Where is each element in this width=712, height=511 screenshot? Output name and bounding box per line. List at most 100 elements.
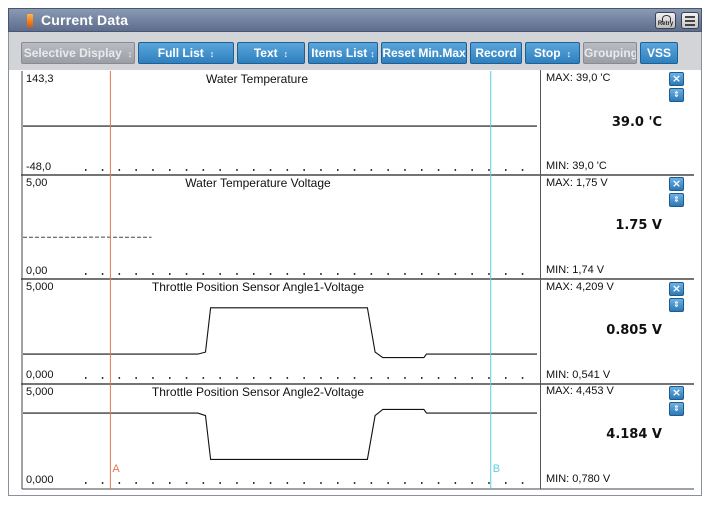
axis-tick [269, 482, 272, 484]
panel-1-close-icon[interactable]: × [669, 72, 684, 86]
panel-3-min: MIN: 0,541 V [546, 369, 611, 381]
axis-tick [269, 377, 272, 379]
axis-tick [370, 377, 373, 379]
axis-tick [320, 169, 322, 171]
panel-4-ymax-label: 5,000 [26, 386, 54, 398]
axis-tick [488, 273, 490, 275]
panel-4-close-icon[interactable]: × [669, 386, 684, 400]
axis-tick [135, 377, 137, 379]
axis-tick [387, 273, 389, 275]
current-data-window: Current Data Retry Selective Display ↕ Fu… [0, 0, 712, 511]
axis-tick [471, 273, 473, 275]
panel-3-ymin-label: 0,000 [26, 369, 54, 381]
axis-tick [169, 482, 171, 484]
axis-tick [337, 377, 339, 379]
axis-tick [521, 482, 524, 484]
panel-3-current-value: 0.805 V [606, 323, 662, 338]
axis-tick [169, 169, 171, 171]
axis-tick [269, 273, 272, 275]
cursor-a-label: A [112, 463, 120, 475]
axis-tick [505, 273, 507, 275]
panel-4-expand-icon[interactable]: ⇕ [669, 402, 684, 416]
panel-2-ymax-label: 5,00 [26, 177, 47, 189]
axis-tick [286, 482, 289, 484]
axis-tick [303, 273, 305, 275]
panel-1-ymin-label: -48,0 [26, 161, 51, 173]
panel-1-current-value: 39.0 'C [611, 115, 662, 130]
axis-tick [421, 377, 423, 379]
axis-tick [370, 273, 373, 275]
panel-4-max: MAX: 4,453 V [546, 385, 614, 397]
axis-tick [454, 273, 457, 275]
axis-tick [404, 377, 406, 379]
axis-tick [471, 169, 473, 171]
axis-tick [303, 482, 305, 484]
axis-tick [202, 273, 205, 275]
axis-tick [101, 169, 104, 171]
series-line [23, 307, 537, 359]
panel-2-ymin-label: 0,00 [26, 265, 47, 277]
axis-tick [152, 377, 154, 379]
axis-tick [219, 482, 221, 484]
panel-3-title: Throttle Position Sensor Angle1-Voltage [152, 280, 364, 294]
axis-tick [219, 169, 221, 171]
axis-tick [387, 377, 389, 379]
panel-2-expand-icon[interactable]: ⇕ [669, 193, 684, 207]
panel-3-close-icon[interactable]: × [669, 282, 684, 296]
axis-tick [505, 169, 507, 171]
axis-tick [437, 169, 440, 171]
axis-tick [135, 273, 137, 275]
axis-tick [303, 169, 305, 171]
axis-tick [404, 169, 406, 171]
panel-2-current-value: 1.75 V [615, 218, 662, 233]
axis-tick [404, 482, 406, 484]
panel-4-ymin-label: 0,000 [26, 474, 54, 486]
axis-tick [101, 482, 104, 484]
axis-tick [253, 169, 255, 171]
axis-tick [135, 169, 137, 171]
axis-tick [353, 169, 356, 171]
axis-tick [85, 169, 87, 171]
panel-3-expand-icon[interactable]: ⇕ [669, 298, 684, 312]
axis-tick [169, 377, 171, 379]
axis-tick [421, 169, 423, 171]
panel-1-min: MIN: 39,0 'C [546, 160, 607, 172]
axis-tick [169, 273, 171, 275]
axis-tick [437, 273, 440, 275]
axis-tick [521, 273, 524, 275]
axis-tick [488, 482, 490, 484]
value-column-divider [540, 70, 541, 489]
axis-tick [437, 482, 440, 484]
axis-tick [85, 273, 87, 275]
panel-2-max: MAX: 1,75 V [546, 177, 608, 189]
panel-3-max: MAX: 4,209 V [546, 281, 614, 293]
axis-tick [269, 169, 272, 171]
panel-3-ymax-label: 5,000 [26, 281, 54, 293]
axis-tick [286, 377, 289, 379]
panel-4-current-value: 4.184 V [606, 427, 662, 442]
axis-tick [353, 377, 356, 379]
axis-tick [253, 273, 255, 275]
axis-tick [320, 273, 322, 275]
axis-tick [202, 377, 205, 379]
axis-tick [152, 169, 154, 171]
axis-tick [303, 377, 305, 379]
axis-tick [118, 377, 121, 379]
axis-tick [454, 482, 457, 484]
axis-tick [253, 377, 255, 379]
axis-tick [202, 169, 205, 171]
axis-tick [387, 482, 389, 484]
axis-tick [118, 482, 121, 484]
axis-tick [370, 169, 373, 171]
axis-tick [488, 377, 490, 379]
axis-tick [85, 482, 87, 484]
axis-tick [437, 377, 440, 379]
axis-tick [521, 377, 524, 379]
axis-tick [219, 273, 221, 275]
axis-tick [505, 377, 507, 379]
axis-tick [454, 169, 457, 171]
axis-tick [387, 169, 389, 171]
axis-tick [471, 377, 473, 379]
panel-2-close-icon[interactable]: × [669, 177, 684, 191]
panel-1-expand-icon[interactable]: ⇕ [669, 88, 684, 102]
